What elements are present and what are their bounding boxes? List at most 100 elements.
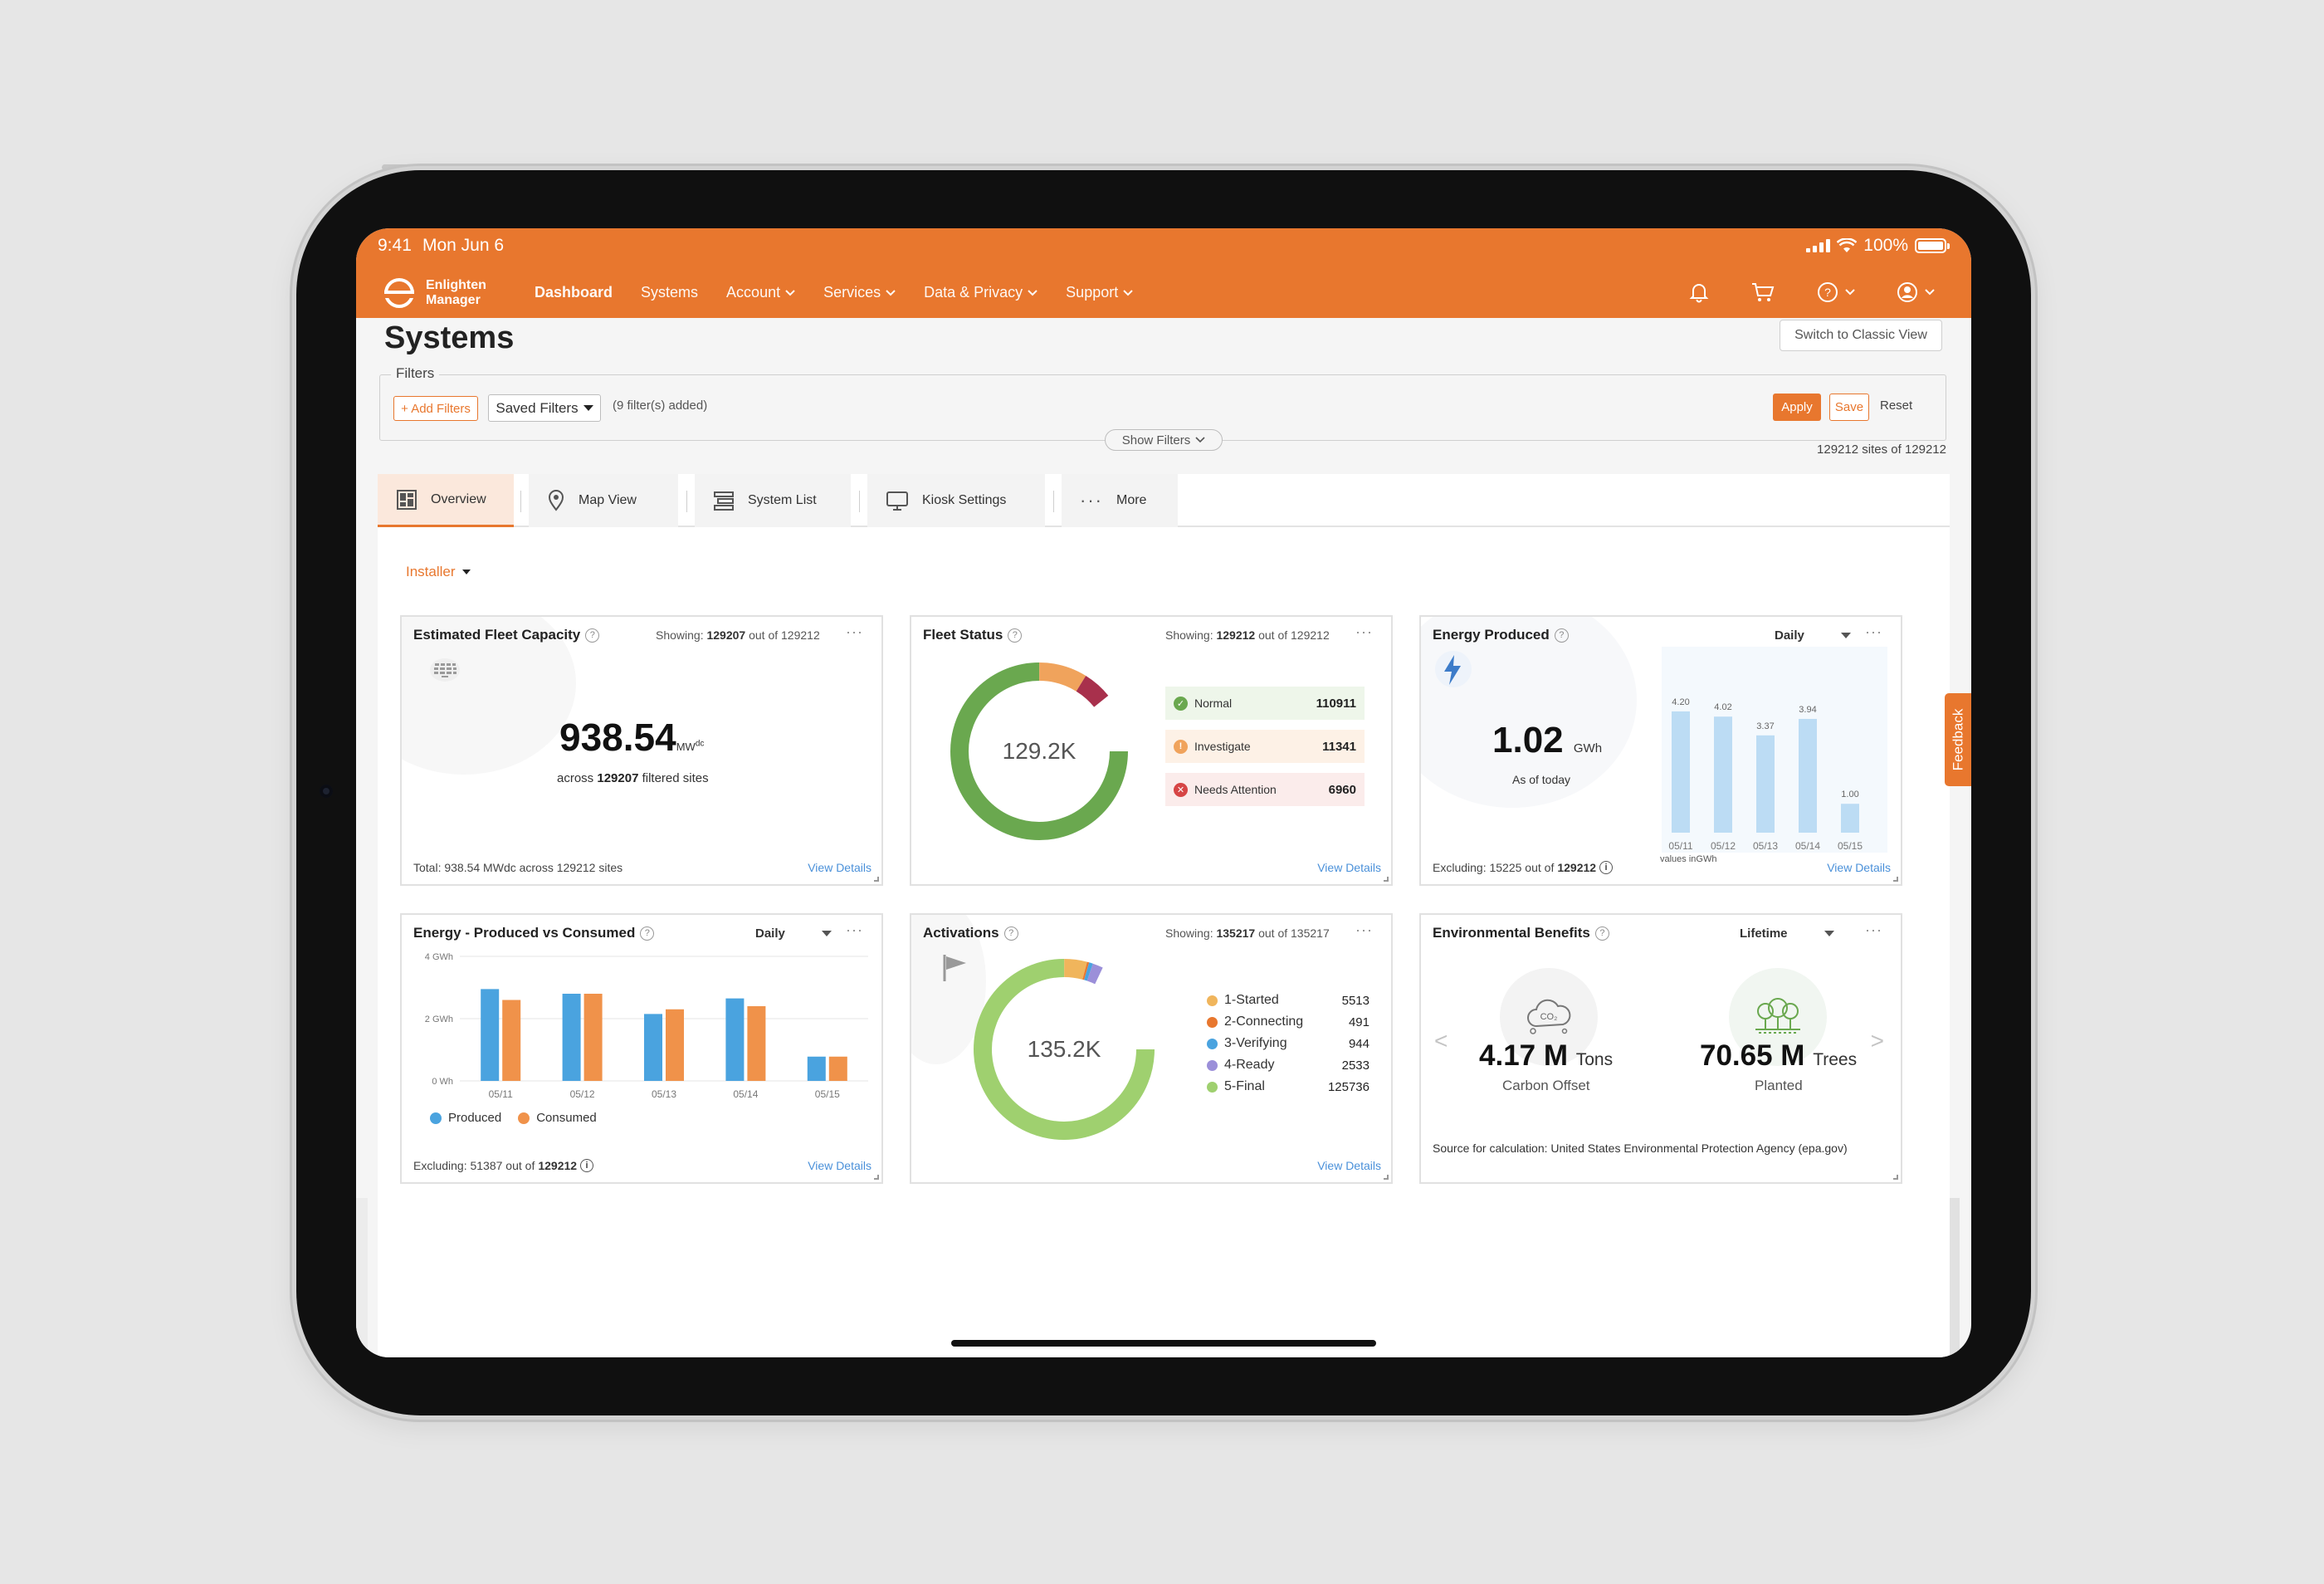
help-icon[interactable]: ? — [640, 926, 655, 941]
tab-system-list[interactable]: System List — [695, 474, 851, 527]
period-dropdown[interactable]: Daily — [755, 926, 832, 941]
info-icon[interactable]: i — [580, 1159, 594, 1172]
resize-handle[interactable] — [874, 1175, 879, 1180]
enlighten-logo[interactable]: Enlighten Manager — [384, 278, 486, 308]
show-filters-label: Show Filters — [1121, 433, 1191, 447]
fleet-status-list: ✓ Normal 110911 ! Investigate 11341 ✕ Needs… — [1165, 687, 1365, 816]
page-title: Systems — [384, 320, 515, 355]
tab-kiosk-settings[interactable]: Kiosk Settings — [867, 474, 1045, 527]
legend-produced[interactable]: Produced — [430, 1111, 501, 1125]
help-icon[interactable]: ? — [1554, 628, 1569, 643]
installer-dropdown[interactable]: Installer — [406, 564, 471, 580]
legend-consumed[interactable]: Consumed — [518, 1111, 597, 1125]
activation-row-ready[interactable]: 4-Ready 2533 — [1207, 1054, 1370, 1076]
status-time: 9:41 — [378, 236, 412, 255]
activation-row-final[interactable]: 5-Final 125736 — [1207, 1076, 1370, 1098]
view-details-link[interactable]: View Details — [808, 861, 872, 874]
view-details-link[interactable]: View Details — [1317, 861, 1381, 874]
nav-item-account[interactable]: Account — [726, 284, 795, 301]
reset-button[interactable]: Reset — [1880, 398, 1912, 413]
nav-item-data-privacy[interactable]: Data & Privacy — [924, 284, 1038, 301]
carbon-offset-label: Carbon Offset — [1502, 1078, 1590, 1093]
x-tick-label: 05/11 — [489, 1088, 513, 1100]
card-menu-icon[interactable]: ··· — [1865, 922, 1882, 939]
error-icon: ✕ — [1174, 782, 1188, 797]
period-dropdown[interactable]: Daily — [1775, 628, 1851, 643]
chevron-right-icon[interactable]: > — [1871, 1028, 1884, 1054]
top-nav: Enlighten Manager Dashboard Systems Acco… — [356, 270, 1971, 318]
card-menu-icon[interactable]: ··· — [846, 623, 863, 641]
status-row-normal[interactable]: ✓ Normal 110911 — [1165, 687, 1365, 720]
energy-x-tick: 05/11 — [1668, 840, 1692, 852]
nav-item-support[interactable]: Support — [1066, 284, 1133, 301]
x-tick-label: 05/15 — [815, 1088, 840, 1100]
user-icon[interactable] — [1897, 281, 1935, 303]
show-filters-button[interactable]: Show Filters — [1105, 429, 1223, 451]
resize-handle[interactable] — [1893, 1175, 1898, 1180]
resize-handle[interactable] — [1384, 877, 1389, 882]
help-icon[interactable]: ? — [585, 628, 600, 643]
chevron-down-icon — [1123, 289, 1133, 296]
consumed-bar — [747, 1006, 766, 1081]
chevron-down-icon — [1845, 289, 1855, 296]
consumed-bar — [828, 1056, 847, 1081]
tab-divider — [520, 491, 521, 512]
nav-item-services[interactable]: Services — [823, 284, 896, 301]
activation-row-connecting[interactable]: 2-Connecting 491 — [1207, 1011, 1370, 1033]
tab-map-view[interactable]: Map View — [529, 474, 678, 527]
status-row-investigate[interactable]: ! Investigate 11341 — [1165, 730, 1365, 763]
resize-handle[interactable] — [1893, 877, 1898, 882]
status-row-needs-attention[interactable]: ✕ Needs Attention 6960 — [1165, 773, 1365, 806]
help-icon[interactable]: ? — [1008, 628, 1023, 643]
save-button[interactable]: Save — [1829, 394, 1869, 421]
help-icon[interactable]: ? — [1594, 926, 1609, 941]
card-menu-icon[interactable]: ··· — [846, 922, 863, 939]
enlighten-logo-icon — [384, 278, 414, 308]
home-indicator[interactable] — [951, 1340, 1376, 1347]
card-menu-icon[interactable]: ··· — [1355, 922, 1373, 939]
nav-item-systems[interactable]: Systems — [641, 284, 698, 301]
source-note: Source for calculation: United States En… — [1433, 1142, 1848, 1155]
help-icon[interactable]: ? — [1003, 926, 1018, 941]
consumed-bar — [666, 1009, 684, 1081]
card-menu-icon[interactable]: ··· — [1355, 623, 1373, 641]
nav-items: Dashboard Systems Account Services Data … — [535, 284, 1161, 301]
nav-item-dashboard[interactable]: Dashboard — [535, 284, 613, 301]
card-environmental-benefits: Environmental Benefits? Lifetime ··· < >… — [1419, 913, 1902, 1184]
consumed-bar — [502, 1000, 521, 1081]
cart-icon[interactable] — [1750, 281, 1775, 303]
card-menu-icon[interactable]: ··· — [1865, 623, 1882, 641]
tab-label: Overview — [431, 491, 486, 506]
view-details-link[interactable]: View Details — [1827, 861, 1891, 874]
resize-handle[interactable] — [1384, 1175, 1389, 1180]
activation-row-verifying[interactable]: 3-Verifying 944 — [1207, 1033, 1370, 1054]
add-filters-button[interactable]: + Add Filters — [393, 396, 478, 421]
tab-more[interactable]: ··· More — [1062, 474, 1178, 527]
resize-handle[interactable] — [874, 877, 879, 882]
energy-bar-label: 3.94 — [1799, 705, 1816, 715]
scrollbar[interactable] — [1950, 1198, 1960, 1357]
feedback-tab[interactable]: Feedback — [1945, 693, 1971, 786]
saved-filters-dropdown[interactable]: Saved Filters — [488, 394, 601, 422]
status-bar: 9:41 Mon Jun 6 100% — [356, 228, 1971, 270]
view-details-link[interactable]: View Details — [1317, 1159, 1381, 1172]
info-icon[interactable]: i — [1599, 861, 1614, 874]
period-dropdown[interactable]: Lifetime — [1740, 926, 1834, 941]
chevron-down-icon — [886, 289, 896, 296]
wifi-icon — [1837, 238, 1858, 252]
fleet-total-label: 129.2K — [1002, 738, 1077, 764]
apply-button[interactable]: Apply — [1773, 394, 1821, 421]
switch-classic-view-button[interactable]: Switch to Classic View — [1780, 320, 1942, 351]
dashboard-panel: Overview Map View System List Kiosk Sett… — [378, 474, 1950, 1357]
view-details-link[interactable]: View Details — [808, 1159, 872, 1172]
bell-icon[interactable] — [1689, 281, 1709, 303]
chevron-left-icon[interactable]: < — [1434, 1028, 1448, 1054]
activation-row-started[interactable]: 1-Started 5513 — [1207, 990, 1370, 1011]
energy-x-tick: 05/15 — [1838, 840, 1863, 852]
status-date: Mon Jun 6 — [422, 236, 505, 255]
energy-bar-label: 4.20 — [1672, 697, 1689, 707]
help-icon[interactable]: ? — [1817, 281, 1855, 303]
caret-down-icon — [1824, 931, 1834, 936]
status-right: 100% — [1806, 236, 1950, 256]
tab-overview[interactable]: Overview — [378, 474, 514, 527]
